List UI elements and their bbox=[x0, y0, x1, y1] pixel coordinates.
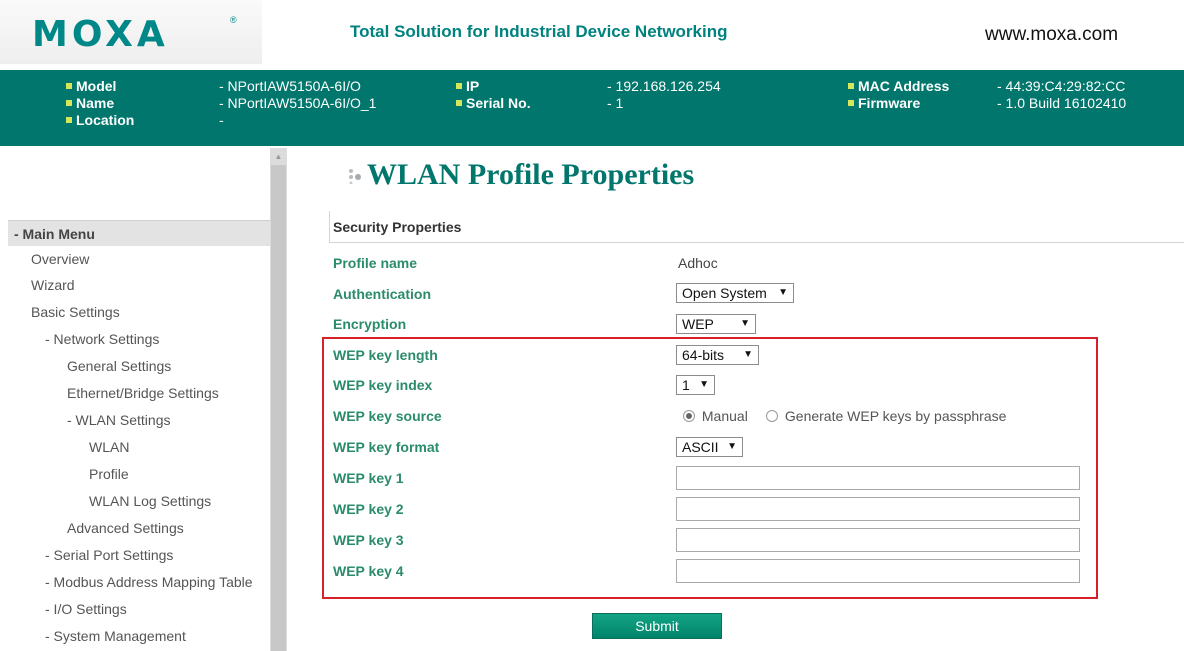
firmware-value: - 1.0 Build 16102410 bbox=[997, 95, 1127, 111]
name-value: - NPortIAW5150A-6I/O_1 bbox=[219, 95, 377, 111]
model-label: Model bbox=[66, 78, 116, 95]
registered-mark: ® bbox=[230, 15, 237, 25]
menu-item-wlan-settings[interactable]: - WLAN Settings bbox=[67, 412, 170, 429]
menu-item-basic-settings[interactable]: Basic Settings bbox=[31, 304, 120, 321]
menu-item-wlan[interactable]: WLAN bbox=[89, 439, 129, 456]
serial-label: Serial No. bbox=[456, 95, 531, 112]
chevron-down-icon: ▼ bbox=[740, 318, 750, 329]
chevron-down-icon: ▼ bbox=[778, 287, 788, 298]
website-link[interactable]: www.moxa.com bbox=[985, 24, 1118, 46]
encryption-select[interactable]: WEP ▼ bbox=[676, 314, 756, 334]
page-title: WLAN Profile Properties bbox=[349, 157, 695, 193]
logo-area: MOXA ® bbox=[0, 0, 262, 64]
section-title: Security Properties bbox=[333, 219, 462, 235]
serial-value: - 1 bbox=[607, 95, 624, 111]
moxa-logo: MOXA bbox=[32, 14, 169, 55]
ip-value: - 192.168.126.254 bbox=[607, 78, 721, 94]
menu-item-overview[interactable]: Overview bbox=[31, 251, 89, 268]
menu-item-io-settings[interactable]: - I/O Settings bbox=[45, 601, 127, 618]
menu-item-ethernet-bridge-settings[interactable]: Ethernet/Bridge Settings bbox=[67, 385, 219, 402]
main-menu-header[interactable]: - Main Menu bbox=[8, 220, 270, 246]
menu-item-system-management[interactable]: - System Management bbox=[45, 628, 186, 645]
page-title-text: WLAN Profile Properties bbox=[367, 158, 695, 191]
encryption-select-value: WEP bbox=[682, 316, 714, 332]
menu-item-profile[interactable]: Profile bbox=[89, 466, 129, 483]
menu-item-general-settings[interactable]: General Settings bbox=[67, 358, 171, 375]
authentication-select[interactable]: Open System ▼ bbox=[676, 283, 794, 303]
menu-item-modbus-address-mapping[interactable]: - Modbus Address Mapping Table bbox=[45, 574, 253, 591]
mac-value: - 44:39:C4:29:82:CC bbox=[997, 78, 1126, 94]
model-value: - NPortIAW5150A-6I/O bbox=[219, 78, 361, 94]
sidebar-scrollbar[interactable]: ▲ bbox=[270, 148, 287, 651]
name-label: Name bbox=[66, 95, 114, 112]
authentication-label: Authentication bbox=[333, 286, 431, 302]
profile-name-label: Profile name bbox=[333, 255, 418, 271]
menu-item-wlan-log-settings[interactable]: WLAN Log Settings bbox=[89, 493, 211, 510]
submit-button[interactable]: Submit bbox=[592, 613, 722, 639]
highlight-box bbox=[322, 337, 1098, 599]
encryption-label: Encryption bbox=[333, 316, 407, 332]
menu-item-serial-port-settings[interactable]: - Serial Port Settings bbox=[45, 547, 173, 564]
dots-icon bbox=[349, 169, 361, 184]
scroll-up-icon[interactable]: ▲ bbox=[270, 148, 287, 165]
location-label: Location bbox=[66, 112, 134, 129]
tagline: Total Solution for Industrial Device Net… bbox=[350, 22, 728, 41]
device-info-bar: Model - NPortIAW5150A-6I/O Name - NPortI… bbox=[0, 70, 1184, 146]
menu-item-advanced-settings[interactable]: Advanced Settings bbox=[67, 520, 184, 537]
authentication-select-value: Open System bbox=[682, 285, 767, 301]
firmware-label: Firmware bbox=[848, 95, 920, 112]
mac-label: MAC Address bbox=[848, 78, 949, 95]
menu-item-wizard[interactable]: Wizard bbox=[31, 277, 75, 294]
menu-item-network-settings[interactable]: - Network Settings bbox=[45, 331, 159, 348]
profile-name-value: Adhoc bbox=[678, 255, 718, 271]
ip-label: IP bbox=[456, 78, 479, 95]
scrollbar-thumb[interactable] bbox=[271, 165, 286, 651]
location-value: - bbox=[219, 112, 224, 128]
